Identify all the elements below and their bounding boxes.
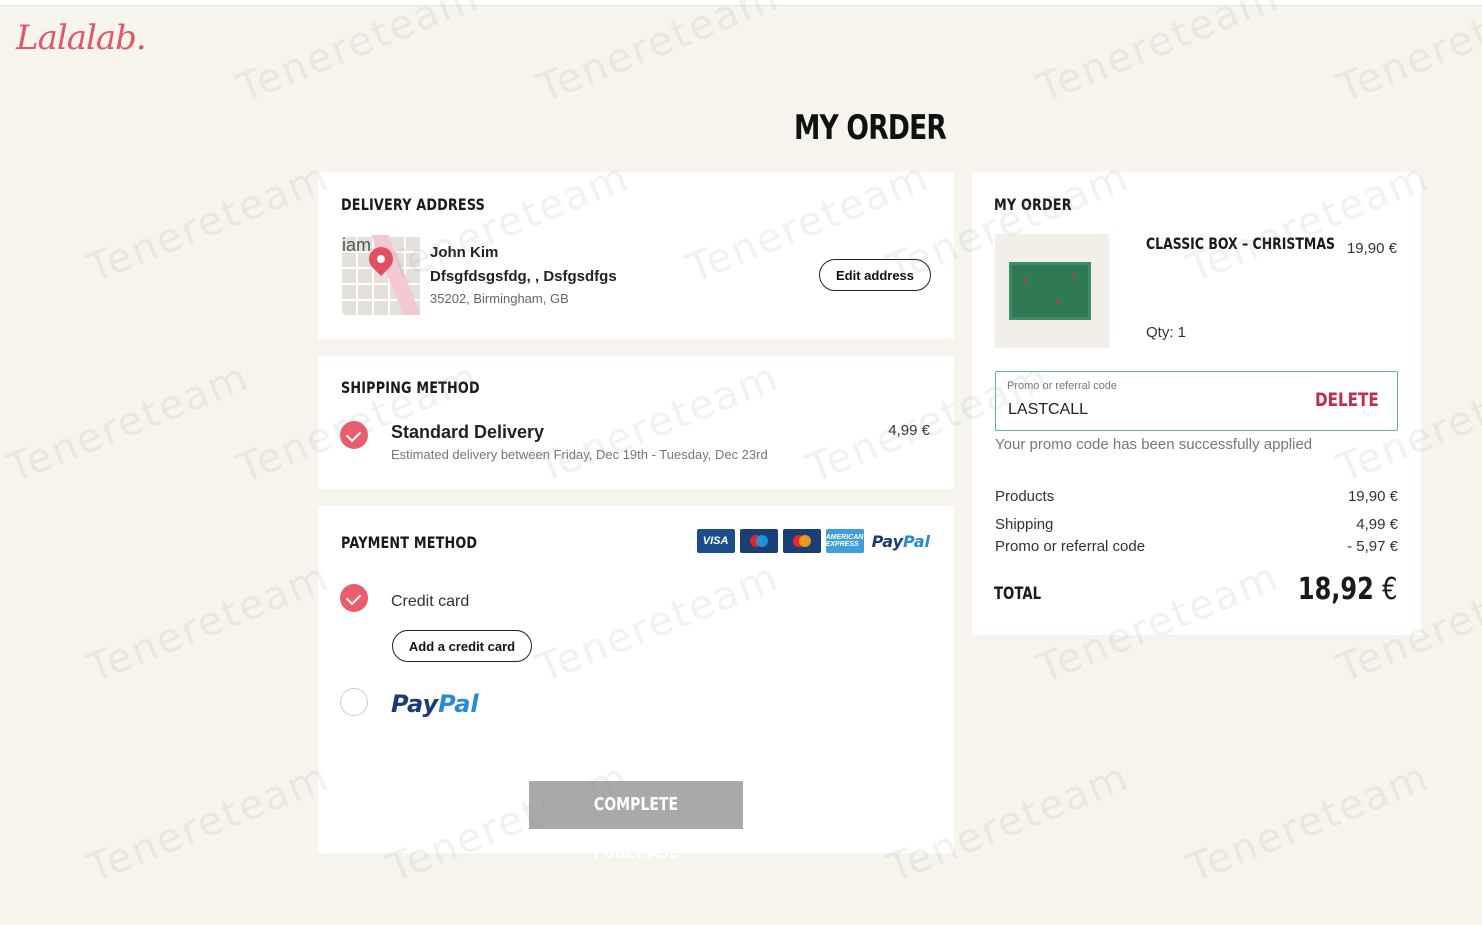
watermark-text: Tenereteam xyxy=(0,353,256,493)
watermark-text: Tenereteam xyxy=(1030,0,1286,113)
summary-products-value: 19,90 € xyxy=(1347,488,1398,505)
promo-code-label: Promo or referral code xyxy=(1007,380,1118,392)
add-credit-card-button[interactable]: Add a credit card xyxy=(392,630,532,662)
summary-promo-value: - 5,97 € xyxy=(1347,538,1398,555)
total-currency: € xyxy=(1381,572,1397,607)
paypal-logo-pal: Pal xyxy=(438,690,479,718)
credit-card-label: Credit card xyxy=(391,593,470,610)
summary-shipping-label: Shipping xyxy=(995,516,1054,533)
paypal-logo-small-pay: Pay xyxy=(871,531,904,551)
summary-promo-row: Promo or referral code - 5,97 € xyxy=(995,538,1398,555)
shipping-estimate: Estimated delivery between Friday, Dec 1… xyxy=(391,447,768,462)
total-amount-number: 18,92 xyxy=(1297,572,1374,607)
product-quantity: Qty: 1 xyxy=(1146,324,1187,341)
summary-promo-label: Promo or referral code xyxy=(995,538,1146,555)
payment-method-title: PAYMENT METHOD xyxy=(341,533,478,552)
delivery-address-title: DELIVERY ADDRESS xyxy=(341,195,485,214)
delivery-address-card: DELIVERY ADDRESS iam John Kim Dfsgfdsgsf… xyxy=(318,172,954,339)
promo-code-value[interactable]: LASTCALL xyxy=(1008,401,1088,419)
summary-products-label: Products xyxy=(995,488,1055,505)
shipping-method-name: Standard Delivery xyxy=(391,422,545,442)
visa-icon: VISA xyxy=(696,529,735,553)
brand-logo[interactable]: Lalalab. xyxy=(16,18,147,58)
accepted-payment-logos: VISA AMERICAN EXPRESS PayPal xyxy=(696,529,930,553)
total-label: TOTAL xyxy=(994,584,1042,604)
summary-shipping-row: Shipping 4,99 € xyxy=(995,516,1398,533)
page-title: MY ORDER xyxy=(793,108,947,148)
paypal-option-logo[interactable]: PayPal xyxy=(391,690,479,718)
paypal-radio[interactable] xyxy=(340,688,368,716)
browser-top-bar xyxy=(0,0,1482,6)
paypal-logo-small: PayPal xyxy=(872,532,930,551)
watermark-text: Tenereteam xyxy=(530,0,786,113)
shipping-method-card: SHIPPING METHOD Standard Delivery Estima… xyxy=(318,356,954,489)
promo-success-message: Your promo code has been successfully ap… xyxy=(995,436,1313,453)
paypal-logo-small-pal: Pal xyxy=(903,531,930,551)
product-price: 19,90 € xyxy=(1346,240,1397,257)
watermark-text: Tenereteam xyxy=(230,0,486,113)
watermark-text: Tenereteam xyxy=(1330,0,1482,113)
maestro-icon xyxy=(739,529,778,553)
product-thumbnail xyxy=(995,234,1109,348)
promo-code-field[interactable]: Promo or referral code LASTCALL DELETE xyxy=(995,371,1398,431)
amex-icon: AMERICAN EXPRESS xyxy=(825,529,864,553)
summary-shipping-value: 4,99 € xyxy=(1356,516,1398,533)
complete-purchase-button[interactable]: COMPLETE PURCHASE xyxy=(529,781,743,863)
map-thumbnail: iam xyxy=(342,235,422,315)
shipping-method-title: SHIPPING METHOD xyxy=(341,378,480,397)
total-amount: 18,92 € xyxy=(1297,572,1397,607)
address-city: 35202, Birmingham, GB xyxy=(430,291,569,306)
map-label: iam xyxy=(342,235,372,255)
watermark-text: Tenereteam xyxy=(1180,753,1436,893)
watermark-text: Tenereteam xyxy=(80,753,336,893)
edit-address-button[interactable]: Edit address xyxy=(819,259,931,291)
complete-purchase-label: COMPLETE PURCHASE xyxy=(593,794,679,863)
credit-card-radio[interactable] xyxy=(340,584,368,612)
paypal-logo-pay: Pay xyxy=(391,690,439,718)
payment-method-card: PAYMENT METHOD VISA AMERICAN EXPRESS Pay… xyxy=(318,506,954,863)
order-summary-card: MY ORDER CLASSIC BOX – CHRISTMAS 19,90 €… xyxy=(972,172,1421,635)
watermark-text: Tenereteam xyxy=(80,553,336,693)
watermark-text: Tenereteam xyxy=(80,153,336,293)
delete-promo-button[interactable]: DELETE xyxy=(1315,389,1379,411)
standard-delivery-radio[interactable] xyxy=(340,421,368,449)
shipping-price: 4,99 € xyxy=(888,422,930,439)
mastercard-icon xyxy=(782,529,821,553)
address-street: Dfsgfdsgsfdg, , Dsfgsdfgs xyxy=(430,268,617,285)
order-summary-title: MY ORDER xyxy=(994,195,1072,214)
product-name: CLASSIC BOX – CHRISTMAS xyxy=(1146,234,1335,253)
address-name: John Kim xyxy=(430,244,499,261)
product-image xyxy=(1009,262,1091,320)
summary-products-row: Products 19,90 € xyxy=(995,488,1398,505)
